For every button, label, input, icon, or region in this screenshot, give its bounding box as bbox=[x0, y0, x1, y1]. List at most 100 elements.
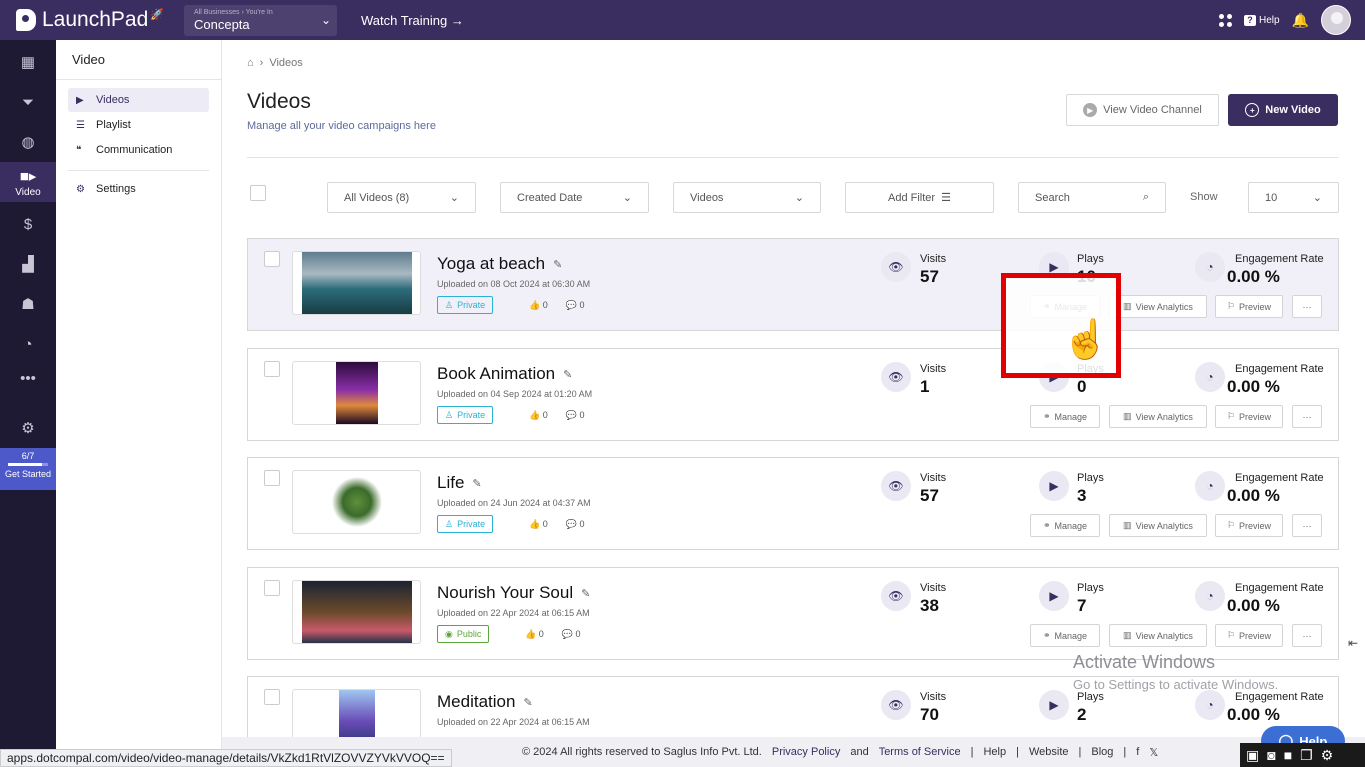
video-title[interactable]: Book Animation bbox=[437, 364, 555, 384]
video-thumbnail[interactable] bbox=[292, 361, 421, 425]
more-options-button[interactable]: ··· bbox=[1292, 405, 1322, 428]
view-analytics-button[interactable]: ▥ View Analytics bbox=[1109, 624, 1207, 647]
video-title[interactable]: Life bbox=[437, 473, 464, 493]
video-title[interactable]: Meditation bbox=[437, 692, 515, 712]
subnav-item-videos[interactable]: ▶ Videos bbox=[68, 88, 209, 112]
pencil-icon[interactable]: ✎ bbox=[472, 477, 481, 490]
terms-link[interactable]: Terms of Service bbox=[879, 746, 961, 758]
manage-button[interactable]: ⚭Manage bbox=[1030, 624, 1100, 647]
comments-value: 0 bbox=[579, 300, 585, 310]
manage-button[interactable]: ⚭Manage bbox=[1030, 405, 1100, 428]
more-options-button[interactable]: ··· bbox=[1292, 514, 1322, 537]
camera-icon[interactable]: ◙ bbox=[1267, 747, 1275, 763]
video-type-dropdown[interactable]: Videos ⌄ bbox=[673, 182, 821, 213]
globe-icon[interactable]: ◍ bbox=[0, 122, 56, 162]
search-input[interactable]: Search ⌕ bbox=[1018, 182, 1166, 213]
apps-grid-icon[interactable] bbox=[1218, 13, 1232, 27]
view-analytics-button[interactable]: ▥ View Analytics bbox=[1109, 405, 1207, 428]
footer-separator: | bbox=[1078, 746, 1082, 758]
more-options-button[interactable]: ··· bbox=[1292, 624, 1322, 647]
preview-button[interactable]: ⚐ Preview bbox=[1215, 295, 1283, 318]
screen-icon[interactable]: ▣ bbox=[1246, 747, 1259, 764]
home-icon[interactable]: ⌂ bbox=[247, 57, 254, 69]
video-card[interactable]: Nourish Your Soul ✎ Uploaded on 22 Apr 202… bbox=[247, 567, 1339, 660]
more-dots-icon[interactable]: ••• bbox=[0, 358, 56, 398]
launchpad-logo[interactable]: LaunchPad 🚀 bbox=[16, 8, 184, 32]
footer-separator: | bbox=[970, 746, 974, 758]
help-button[interactable]: ? Help bbox=[1243, 14, 1280, 26]
view-analytics-button[interactable]: ▥ View Analytics bbox=[1109, 295, 1207, 318]
funnel-icon[interactable]: ⏷ bbox=[0, 82, 56, 122]
add-filter-button[interactable]: Add Filter ☰ bbox=[845, 182, 994, 213]
view-video-channel-button[interactable]: ▶ View Video Channel bbox=[1066, 94, 1219, 126]
get-started-label: Get Started bbox=[4, 469, 52, 479]
rail-item-video[interactable]: ■▸ Video bbox=[0, 162, 56, 202]
video-checkbox[interactable] bbox=[264, 689, 280, 705]
video-checkbox[interactable] bbox=[264, 470, 280, 486]
all-videos-dropdown[interactable]: All Videos (8) ⌄ bbox=[327, 182, 476, 213]
bell-icon[interactable]: 🔔 bbox=[1292, 12, 1309, 29]
collapse-icon[interactable]: ⇤ bbox=[1348, 636, 1358, 650]
manage-button[interactable]: ⚭Manage bbox=[1030, 514, 1100, 537]
play-icon: ▶ bbox=[1039, 690, 1069, 720]
video-thumbnail[interactable] bbox=[292, 470, 421, 534]
video-thumbnail[interactable] bbox=[292, 251, 421, 315]
engagement-counts: 👍 0 💬 0 bbox=[529, 300, 585, 311]
watch-training-link[interactable]: Watch Training → bbox=[361, 13, 464, 28]
page-size-dropdown[interactable]: 10 ⌄ bbox=[1248, 182, 1339, 213]
bar-chart-icon: ▥ bbox=[1123, 411, 1132, 421]
preview-button[interactable]: ⚐ Preview bbox=[1215, 514, 1283, 537]
users-icon[interactable]: ☗ bbox=[0, 284, 56, 324]
preview-button[interactable]: ⚐ Preview bbox=[1215, 405, 1283, 428]
comments-count: 💬 0 bbox=[562, 629, 581, 640]
video-record-icon[interactable]: ■ bbox=[1284, 747, 1292, 763]
video-checkbox[interactable] bbox=[264, 580, 280, 596]
video-thumbnail[interactable] bbox=[292, 580, 421, 644]
facebook-icon[interactable]: f bbox=[1136, 746, 1139, 758]
windows-icon[interactable]: ❐ bbox=[1300, 747, 1313, 764]
video-card[interactable]: Yoga at beach ✎ Uploaded on 08 Oct 2024 at… bbox=[247, 238, 1339, 331]
video-checkbox[interactable] bbox=[264, 361, 280, 377]
created-date-dropdown[interactable]: Created Date ⌄ bbox=[500, 182, 649, 213]
dashboard-icon[interactable]: ▦ bbox=[0, 42, 56, 82]
footer-blog-link[interactable]: Blog bbox=[1091, 746, 1113, 758]
likes-count: 👍 0 bbox=[529, 410, 548, 421]
windows-watermark-subtitle: Go to Settings to activate Windows. bbox=[1073, 677, 1279, 692]
pencil-icon[interactable]: ✎ bbox=[581, 587, 590, 600]
new-video-button[interactable]: + New Video bbox=[1228, 94, 1338, 126]
dollar-icon[interactable]: $ bbox=[0, 204, 56, 244]
gear-icon[interactable]: ⚙ bbox=[1321, 747, 1334, 764]
more-dots-label: ··· bbox=[1302, 411, 1312, 422]
likes-value: 0 bbox=[542, 410, 548, 420]
settings-gear-icon[interactable]: ⚙ bbox=[0, 408, 56, 448]
get-started-widget[interactable]: 6/7 Get Started bbox=[0, 448, 56, 490]
video-title[interactable]: Yoga at beach bbox=[437, 254, 545, 274]
footer-help-link[interactable]: Help bbox=[983, 746, 1006, 758]
video-checkbox[interactable] bbox=[264, 251, 280, 267]
view-analytics-button[interactable]: ▥ View Analytics bbox=[1109, 514, 1207, 537]
privacy-policy-link[interactable]: Privacy Policy bbox=[772, 746, 840, 758]
pencil-icon[interactable]: ✎ bbox=[563, 368, 572, 381]
sliders-icon: ☰ bbox=[941, 192, 951, 204]
video-title[interactable]: Nourish Your Soul bbox=[437, 583, 573, 603]
subnav-item-communication[interactable]: ❝ Communication bbox=[68, 138, 209, 162]
get-started-progress-text: 6/7 bbox=[21, 451, 35, 461]
analytics-icon[interactable]: ▟ bbox=[0, 244, 56, 284]
select-all-checkbox[interactable] bbox=[250, 185, 266, 201]
pencil-icon[interactable]: ✎ bbox=[553, 258, 562, 271]
avatar[interactable] bbox=[1321, 5, 1351, 35]
engagement-value: 0.00 % bbox=[1227, 377, 1280, 396]
video-card[interactable]: Book Animation ✎ Uploaded on 04 Sep 2024 a… bbox=[247, 348, 1339, 441]
subnav-item-settings[interactable]: ⚙ Settings bbox=[68, 177, 209, 201]
preview-button[interactable]: ⚐ Preview bbox=[1215, 624, 1283, 647]
business-switcher[interactable]: All Businesses › You're In Concepta ⌄ bbox=[184, 4, 337, 36]
engagement-gauge-icon: ◔ bbox=[1195, 471, 1225, 501]
video-card[interactable]: Life ✎ Uploaded on 24 Jun 2024 at 04:37 AM… bbox=[247, 457, 1339, 550]
pencil-icon[interactable]: ✎ bbox=[523, 696, 532, 709]
x-twitter-icon[interactable]: 𝕏 bbox=[1149, 746, 1158, 759]
more-options-button[interactable]: ··· bbox=[1292, 295, 1322, 318]
footer-website-link[interactable]: Website bbox=[1029, 746, 1069, 758]
video-title-row: Nourish Your Soul ✎ bbox=[437, 583, 590, 603]
video-upload-date: Uploaded on 04 Sep 2024 at 01:20 AM bbox=[437, 389, 593, 399]
subnav-item-playlist[interactable]: ☰ Playlist bbox=[68, 113, 209, 137]
